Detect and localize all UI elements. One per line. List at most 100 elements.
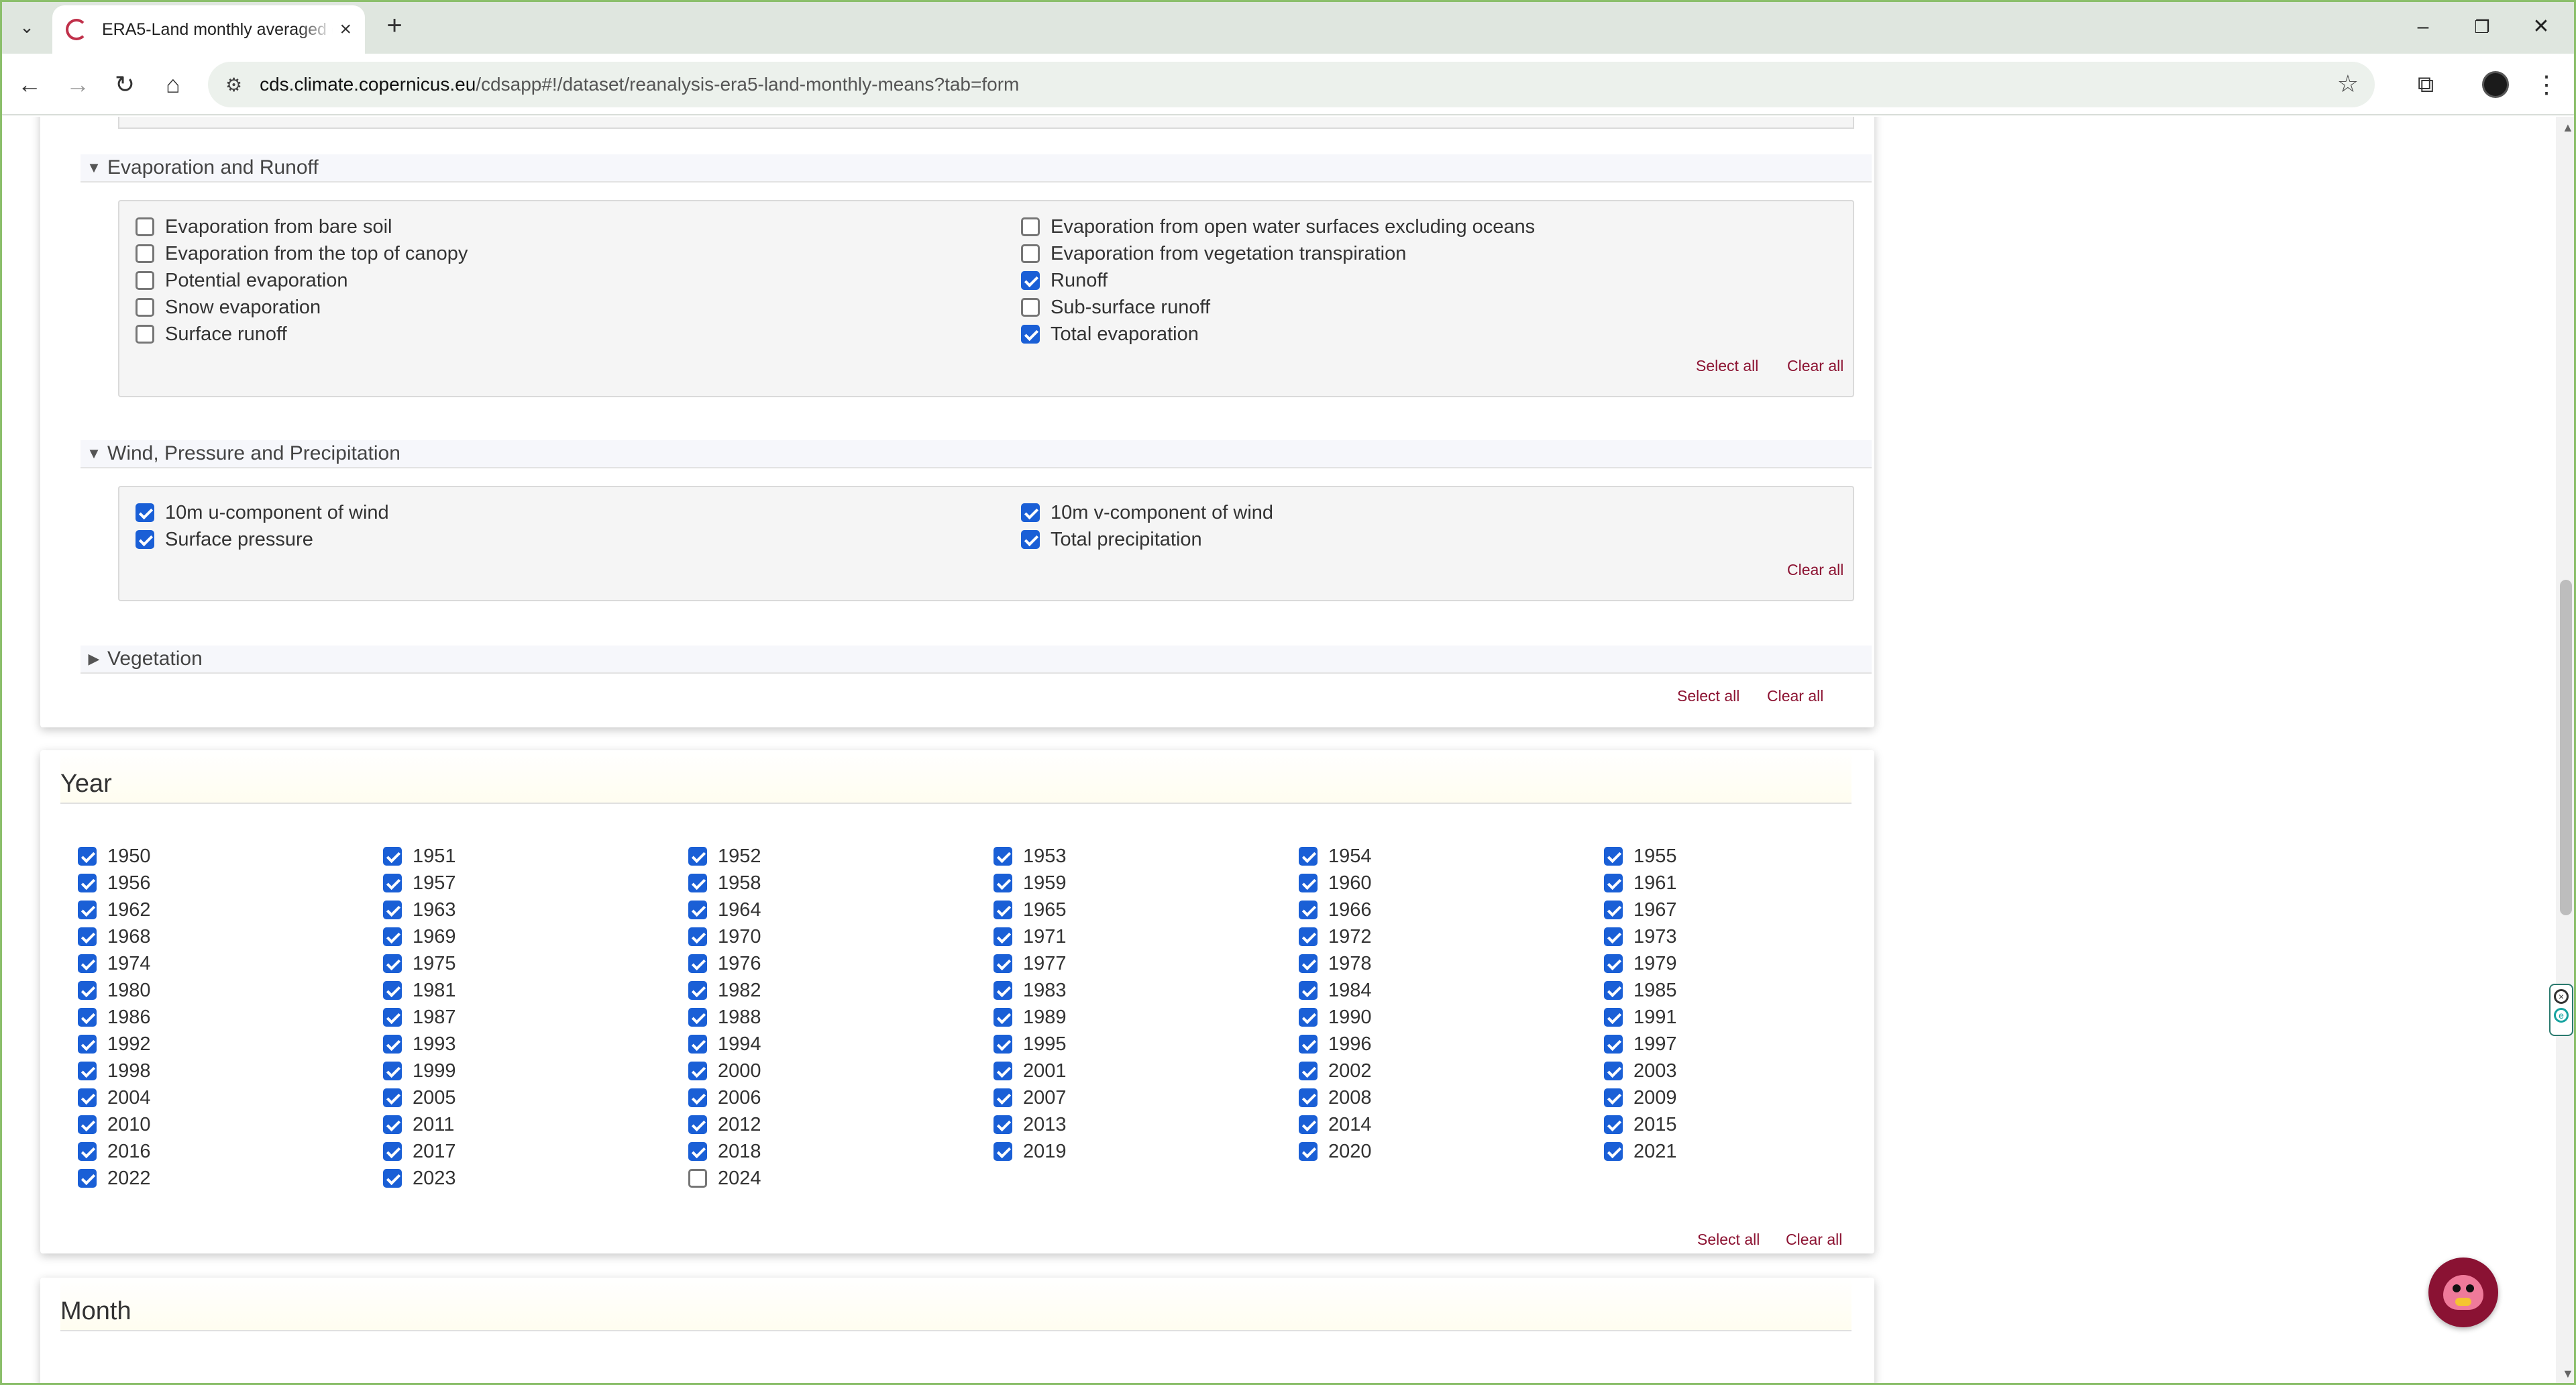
checkbox-checked-icon[interactable]: [1299, 847, 1318, 866]
checkbox-checked-icon[interactable]: [688, 847, 707, 866]
checkbox-option[interactable]: Total precipitation: [1021, 527, 1202, 552]
new-tab-plus-icon[interactable]: +: [378, 11, 411, 43]
browser-menu-kebab-icon[interactable]: ⋮: [2533, 67, 2560, 102]
checkbox-checked-icon[interactable]: [688, 1115, 707, 1134]
checkbox-checked-icon[interactable]: [1604, 981, 1623, 1000]
checkbox-checked-icon[interactable]: [383, 874, 402, 892]
checkbox-option[interactable]: 1979: [1604, 952, 1677, 976]
tab-close-icon[interactable]: ×: [339, 18, 352, 41]
checkbox-checked-icon[interactable]: [383, 1035, 402, 1054]
checkbox-option[interactable]: 2007: [994, 1086, 1067, 1110]
checkbox-option[interactable]: 1975: [383, 952, 456, 976]
checkbox-option[interactable]: 1995: [994, 1032, 1067, 1056]
chatbot-assistant-button[interactable]: [2428, 1258, 2498, 1327]
checkbox-checked-icon[interactable]: [1299, 981, 1318, 1000]
checkbox-option[interactable]: 1982: [688, 978, 761, 1003]
checkbox-checked-icon[interactable]: [383, 981, 402, 1000]
checkbox-checked-icon[interactable]: [78, 847, 97, 866]
checkbox-option[interactable]: 1981: [383, 978, 456, 1003]
checkbox-checked-icon[interactable]: [1604, 1035, 1623, 1054]
checkbox-checked-icon[interactable]: [1604, 1115, 1623, 1134]
checkbox-checked-icon[interactable]: [1604, 954, 1623, 973]
checkbox-option[interactable]: 1996: [1299, 1032, 1372, 1056]
checkbox-option[interactable]: 1965: [994, 898, 1067, 922]
reload-icon[interactable]: ↻: [107, 67, 142, 102]
checkbox-option[interactable]: Total evaporation: [1021, 322, 1199, 346]
checkbox-option[interactable]: 2003: [1604, 1059, 1677, 1083]
checkbox-option[interactable]: 1973: [1604, 925, 1677, 949]
checkbox-option[interactable]: 1977: [994, 952, 1067, 976]
checkbox-option[interactable]: 2019: [994, 1139, 1067, 1164]
checkbox-option[interactable]: 1998: [78, 1059, 151, 1083]
checkbox-checked-icon[interactable]: [78, 1008, 97, 1027]
checkbox-checked-icon[interactable]: [383, 1088, 402, 1107]
checkbox-option[interactable]: 1993: [383, 1032, 456, 1056]
tab-search-chevron-icon[interactable]: ⌄: [12, 12, 42, 42]
checkbox-checked-icon[interactable]: [78, 1035, 97, 1054]
checkbox-option[interactable]: Snow evaporation: [136, 295, 321, 319]
checkbox-option[interactable]: 1961: [1604, 871, 1677, 895]
checkbox-option[interactable]: 2017: [383, 1139, 456, 1164]
checkbox-unchecked-icon[interactable]: [136, 325, 154, 344]
page-scrollbar[interactable]: ▲ ▼: [2556, 117, 2576, 1385]
checkbox-checked-icon[interactable]: [994, 1035, 1012, 1054]
checkbox-option[interactable]: 2006: [688, 1086, 761, 1110]
address-bar[interactable]: ⚙ cds.climate.copernicus.eu/cdsapp#!/dat…: [208, 62, 2375, 107]
checkbox-option[interactable]: 2011: [383, 1113, 454, 1137]
checkbox-option[interactable]: 1980: [78, 978, 151, 1003]
checkbox-option[interactable]: 1968: [78, 925, 151, 949]
checkbox-option[interactable]: 2015: [1604, 1113, 1677, 1137]
checkbox-option[interactable]: Potential evaporation: [136, 268, 347, 293]
checkbox-checked-icon[interactable]: [688, 1088, 707, 1107]
checkbox-option[interactable]: 2016: [78, 1139, 151, 1164]
checkbox-checked-icon[interactable]: [383, 1008, 402, 1027]
checkbox-option[interactable]: 1960: [1299, 871, 1372, 895]
checkbox-option[interactable]: 1956: [78, 871, 151, 895]
checkbox-option[interactable]: 1952: [688, 844, 761, 868]
checkbox-option[interactable]: 1988: [688, 1005, 761, 1029]
checkbox-checked-icon[interactable]: [1021, 530, 1040, 549]
checkbox-option[interactable]: 2020: [1299, 1139, 1372, 1164]
checkbox-checked-icon[interactable]: [78, 1115, 97, 1134]
side-accessibility-widget[interactable]: × e: [2549, 984, 2573, 1036]
checkbox-unchecked-icon[interactable]: [136, 271, 154, 290]
checkbox-checked-icon[interactable]: [1299, 901, 1318, 919]
checkbox-option[interactable]: 10m u-component of wind: [136, 501, 389, 525]
site-info-icon[interactable]: ⚙: [225, 74, 242, 96]
checkbox-checked-icon[interactable]: [383, 1062, 402, 1080]
checkbox-checked-icon[interactable]: [994, 1008, 1012, 1027]
checkbox-checked-icon[interactable]: [1299, 1035, 1318, 1054]
checkbox-option[interactable]: 1969: [383, 925, 456, 949]
checkbox-checked-icon[interactable]: [1604, 847, 1623, 866]
checkbox-checked-icon[interactable]: [78, 981, 97, 1000]
back-arrow-icon[interactable]: ←: [12, 67, 47, 102]
checkbox-checked-icon[interactable]: [78, 954, 97, 973]
checkbox-checked-icon[interactable]: [78, 1088, 97, 1107]
profile-avatar[interactable]: [2482, 71, 2509, 98]
checkbox-checked-icon[interactable]: [78, 1062, 97, 1080]
checkbox-checked-icon[interactable]: [1299, 1142, 1318, 1161]
checkbox-checked-icon[interactable]: [1604, 1062, 1623, 1080]
widget-brand-icon[interactable]: e: [2554, 1008, 2569, 1023]
checkbox-option[interactable]: 2022: [78, 1166, 151, 1190]
checkbox-option[interactable]: 1970: [688, 925, 761, 949]
browser-tab-active[interactable]: ERA5-Land monthly averaged data from 195…: [52, 5, 365, 54]
extensions-puzzle-icon[interactable]: ⧉: [2408, 67, 2443, 102]
checkbox-checked-icon[interactable]: [994, 954, 1012, 973]
checkbox-option[interactable]: 2002: [1299, 1059, 1372, 1083]
checkbox-option[interactable]: 1958: [688, 871, 761, 895]
forward-arrow-icon[interactable]: →: [60, 67, 95, 102]
checkbox-checked-icon[interactable]: [383, 847, 402, 866]
checkbox-option[interactable]: 1964: [688, 898, 761, 922]
checkbox-checked-icon[interactable]: [383, 1169, 402, 1188]
checkbox-checked-icon[interactable]: [994, 927, 1012, 946]
checkbox-option[interactable]: 2009: [1604, 1086, 1677, 1110]
section-vegetation[interactable]: ▶ Vegetation: [80, 646, 1872, 674]
variable-select-all-link[interactable]: Select all: [1677, 687, 1739, 705]
checkbox-option[interactable]: 1959: [994, 871, 1067, 895]
checkbox-checked-icon[interactable]: [1299, 927, 1318, 946]
checkbox-unchecked-icon[interactable]: [688, 1169, 707, 1188]
checkbox-option[interactable]: 10m v-component of wind: [1021, 501, 1273, 525]
checkbox-option[interactable]: Evaporation from open water surfaces exc…: [1021, 215, 1535, 239]
checkbox-unchecked-icon[interactable]: [1021, 244, 1040, 263]
